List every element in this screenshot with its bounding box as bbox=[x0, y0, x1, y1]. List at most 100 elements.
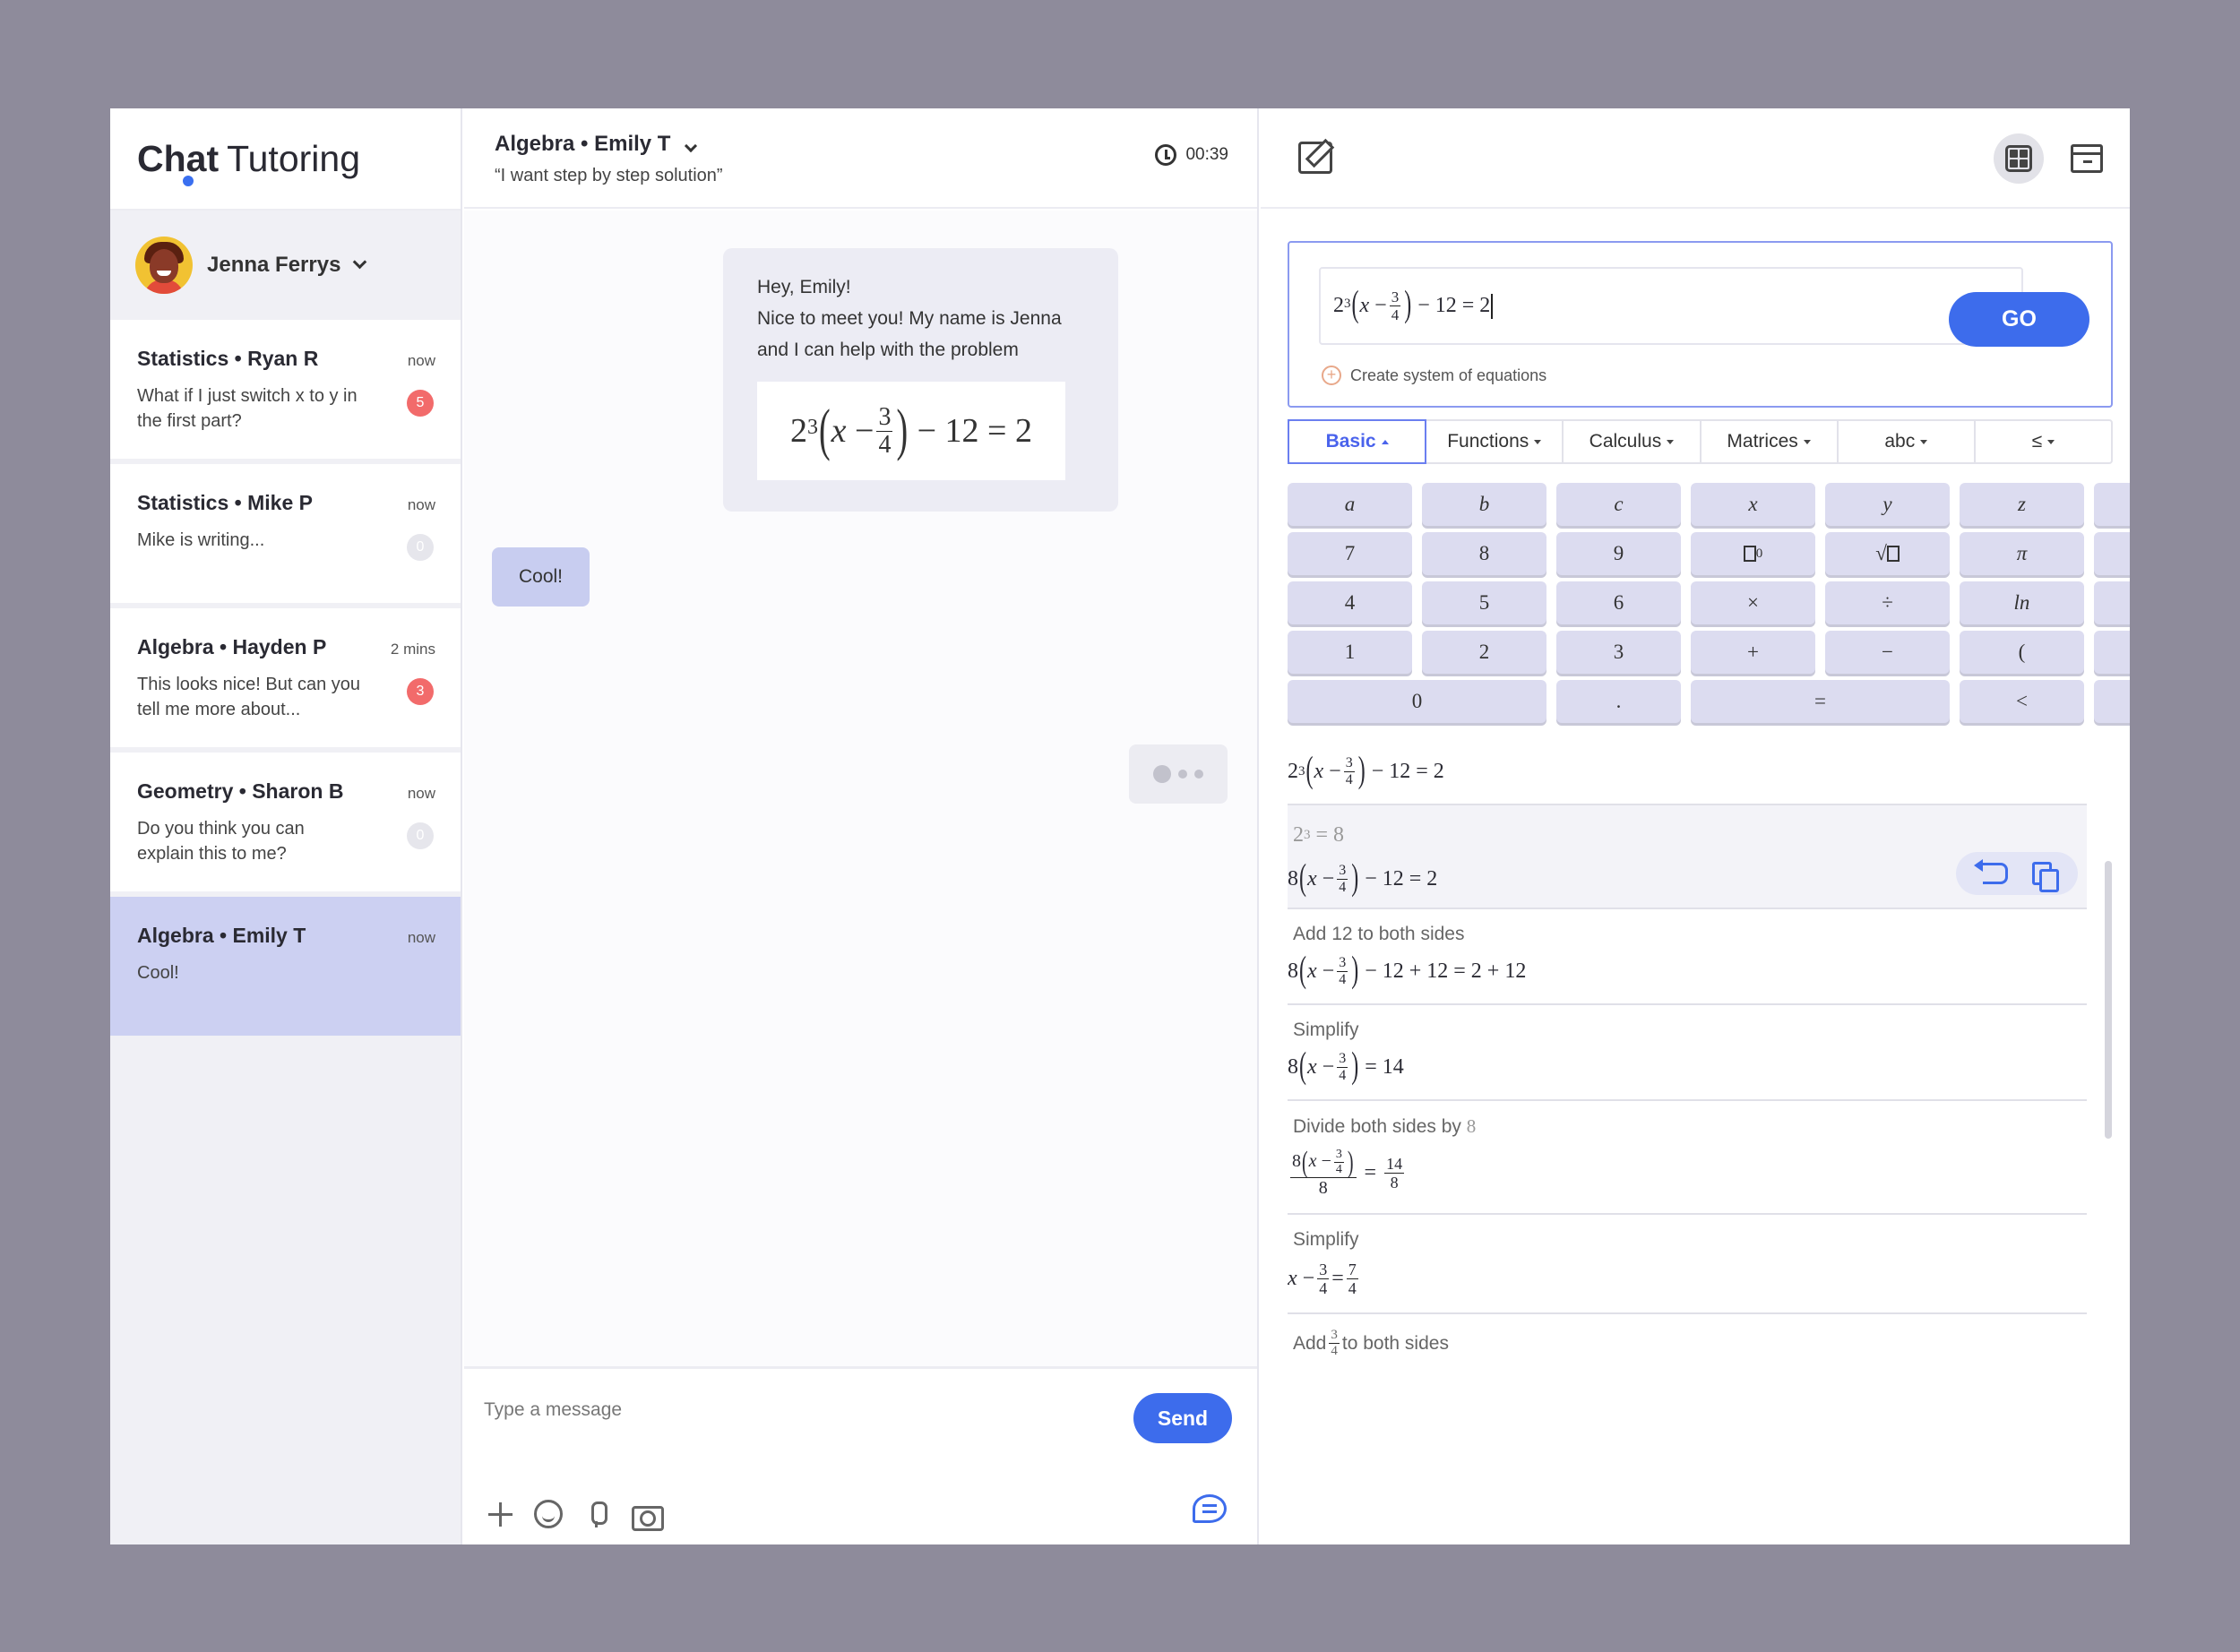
tab-calculus[interactable]: Calculus bbox=[1564, 421, 1702, 462]
unread-badge: 0 bbox=[407, 822, 434, 849]
key-close-paren[interactable]: ) bbox=[2094, 631, 2130, 674]
insert-icon[interactable] bbox=[1973, 859, 2008, 884]
conversation-item[interactable]: Geometry • Sharon B now Do you think you… bbox=[110, 753, 461, 891]
chevron-down-icon[interactable] bbox=[685, 139, 698, 153]
key-ln[interactable]: ln bbox=[1960, 581, 2084, 624]
tab-functions[interactable]: Functions bbox=[1426, 421, 1564, 462]
step-label: Add 12 to both sides bbox=[1293, 924, 1465, 944]
solver-toolbar bbox=[1261, 108, 2130, 209]
session-timer: 00:39 bbox=[1155, 144, 1228, 166]
key-left-arrow[interactable]: < bbox=[1960, 680, 2084, 723]
key-divide[interactable]: ÷ bbox=[1825, 581, 1950, 624]
create-system-link[interactable]: + Create system of equations bbox=[1322, 366, 1546, 385]
keypad: a b c x y z × 7 8 9 0 √ π e 4 5 6 × ÷ ln… bbox=[1288, 483, 2130, 723]
step-actions bbox=[1956, 852, 2078, 895]
clock-icon bbox=[1155, 144, 1177, 166]
tab-abc[interactable]: abc bbox=[1839, 421, 1976, 462]
conversation-item[interactable]: Statistics • Ryan R now What if I just s… bbox=[110, 320, 461, 459]
camera-icon[interactable] bbox=[631, 1500, 664, 1531]
key-equals[interactable]: = bbox=[1691, 680, 1950, 723]
key-decimal[interactable]: . bbox=[1556, 680, 1681, 723]
emoji-icon[interactable] bbox=[534, 1500, 563, 1528]
conversation-item[interactable]: Statistics • Mike P now Mike is writing.… bbox=[110, 464, 461, 603]
edit-icon[interactable] bbox=[1298, 142, 1332, 174]
conversation-title: Algebra • Emily T bbox=[137, 924, 306, 947]
key-7[interactable]: 7 bbox=[1288, 532, 1412, 575]
step-label: Add 3 4 to both sides bbox=[1293, 1328, 1449, 1358]
key-3[interactable]: 3 bbox=[1556, 631, 1681, 674]
message-text: Nice to meet you! My name is Jenna and I… bbox=[757, 308, 1062, 360]
step-note: 23 = 8 bbox=[1293, 823, 1345, 847]
archive-icon[interactable] bbox=[2071, 144, 2103, 173]
step-equation: 8(x −3 4) 8 = 14 8 bbox=[1290, 1145, 1405, 1198]
key-pi[interactable]: π bbox=[1960, 532, 2084, 575]
key-6[interactable]: 6 bbox=[1556, 581, 1681, 624]
key-8[interactable]: 8 bbox=[1422, 532, 1546, 575]
step-label: Divide both sides by 8 bbox=[1293, 1115, 1477, 1137]
app-window: Chat Tutoring Jenna Ferrys Statistics • R… bbox=[110, 108, 2130, 1544]
key-4[interactable]: 4 bbox=[1288, 581, 1412, 624]
conversation-item-active[interactable]: Algebra • Emily T now Cool! bbox=[110, 897, 461, 1036]
plus-circle-icon: + bbox=[1322, 366, 1341, 385]
conversation-preview: Do you think you can explain this to me? bbox=[137, 819, 305, 864]
chat-title[interactable]: Algebra • Emily T bbox=[495, 132, 1257, 157]
math-solver-panel: 2 3(x −3 4) − 12 = 2 GO + Create system of … bbox=[1261, 108, 2130, 1544]
conversation-title: Algebra • Hayden P bbox=[137, 635, 327, 658]
tab-matrices[interactable]: Matrices bbox=[1702, 421, 1839, 462]
tab-basic[interactable]: Basic bbox=[1288, 419, 1427, 464]
chevron-down-icon[interactable] bbox=[353, 254, 367, 269]
key-5[interactable]: 5 bbox=[1422, 581, 1546, 624]
message-composer: Send bbox=[464, 1366, 1257, 1544]
key-x[interactable]: x bbox=[1691, 483, 1815, 526]
step-equation: 8(x −3 4) = 14 bbox=[1288, 1046, 1404, 1087]
key-open-paren[interactable]: ( bbox=[1960, 631, 2084, 674]
key-1[interactable]: 1 bbox=[1288, 631, 1412, 674]
key-right-arrow[interactable]: > bbox=[2094, 680, 2130, 723]
key-plus[interactable]: + bbox=[1691, 631, 1815, 674]
conversation-time: now bbox=[407, 496, 435, 513]
copy-icon[interactable] bbox=[2031, 862, 2059, 892]
chat-bubble-icon[interactable] bbox=[1193, 1494, 1227, 1523]
solution-step: Simplify x −3 4 = 7 4 bbox=[1288, 1215, 2087, 1314]
key-y[interactable]: y bbox=[1825, 483, 1950, 526]
message-input[interactable] bbox=[484, 1392, 986, 1428]
conversation-item[interactable]: Algebra • Hayden P 2 mins This looks nic… bbox=[110, 608, 461, 747]
conversation-title: Statistics • Mike P bbox=[137, 491, 313, 514]
key-9[interactable]: 9 bbox=[1556, 532, 1681, 575]
message-text: Hey, Emily! bbox=[757, 277, 851, 297]
key-z[interactable]: z bbox=[1960, 483, 2084, 526]
user-name: Jenna Ferrys bbox=[207, 253, 341, 277]
solution-step: 2 3(x −3 4) − 12 = 2 bbox=[1288, 740, 2087, 805]
step-equation: 8(x −3 4) − 12 + 12 = 2 + 12 bbox=[1288, 951, 1527, 991]
key-0[interactable]: 0 bbox=[1288, 680, 1546, 723]
plus-icon[interactable] bbox=[486, 1500, 514, 1528]
key-log[interactable]: log0 bbox=[2094, 581, 2130, 624]
solution-step: Add 3 4 to both sides bbox=[1288, 1314, 2087, 1385]
equation-input[interactable]: 2 3(x −3 4) − 12 = 2 bbox=[1319, 267, 2023, 345]
steps-scrollbar[interactable] bbox=[2105, 861, 2112, 1139]
step-label: Simplify bbox=[1293, 1229, 1359, 1250]
key-power[interactable]: 0 bbox=[1691, 532, 1815, 575]
key-a[interactable]: a bbox=[1288, 483, 1412, 526]
key-minus[interactable]: − bbox=[1825, 631, 1950, 674]
key-b[interactable]: b bbox=[1422, 483, 1546, 526]
typing-indicator bbox=[1129, 744, 1228, 804]
backspace-key[interactable]: × bbox=[2094, 483, 2130, 526]
key-multiply[interactable]: × bbox=[1691, 581, 1815, 624]
key-2[interactable]: 2 bbox=[1422, 631, 1546, 674]
calculator-icon[interactable] bbox=[1994, 133, 2044, 184]
key-e[interactable]: e bbox=[2094, 532, 2130, 575]
tab-inequality[interactable]: ≤ bbox=[1976, 421, 2111, 462]
send-button[interactable]: Send bbox=[1133, 1393, 1232, 1443]
key-c[interactable]: c bbox=[1556, 483, 1681, 526]
user-menu[interactable]: Jenna Ferrys bbox=[110, 173, 461, 320]
chat-panel: Algebra • Emily T “I want step by step s… bbox=[464, 108, 1259, 1544]
step-label: Simplify bbox=[1293, 1020, 1359, 1040]
step-equation: 2 3(x −3 4) − 12 = 2 bbox=[1288, 751, 1444, 791]
microphone-icon[interactable] bbox=[582, 1500, 611, 1528]
key-sqrt[interactable]: √ bbox=[1825, 532, 1950, 575]
conversation-time: now bbox=[407, 929, 435, 946]
equation-input-panel: 2 3(x −3 4) − 12 = 2 GO + Create system of … bbox=[1288, 241, 2113, 408]
go-button[interactable]: GO bbox=[1949, 292, 2089, 347]
message-bubble-own: Cool! bbox=[492, 547, 590, 607]
